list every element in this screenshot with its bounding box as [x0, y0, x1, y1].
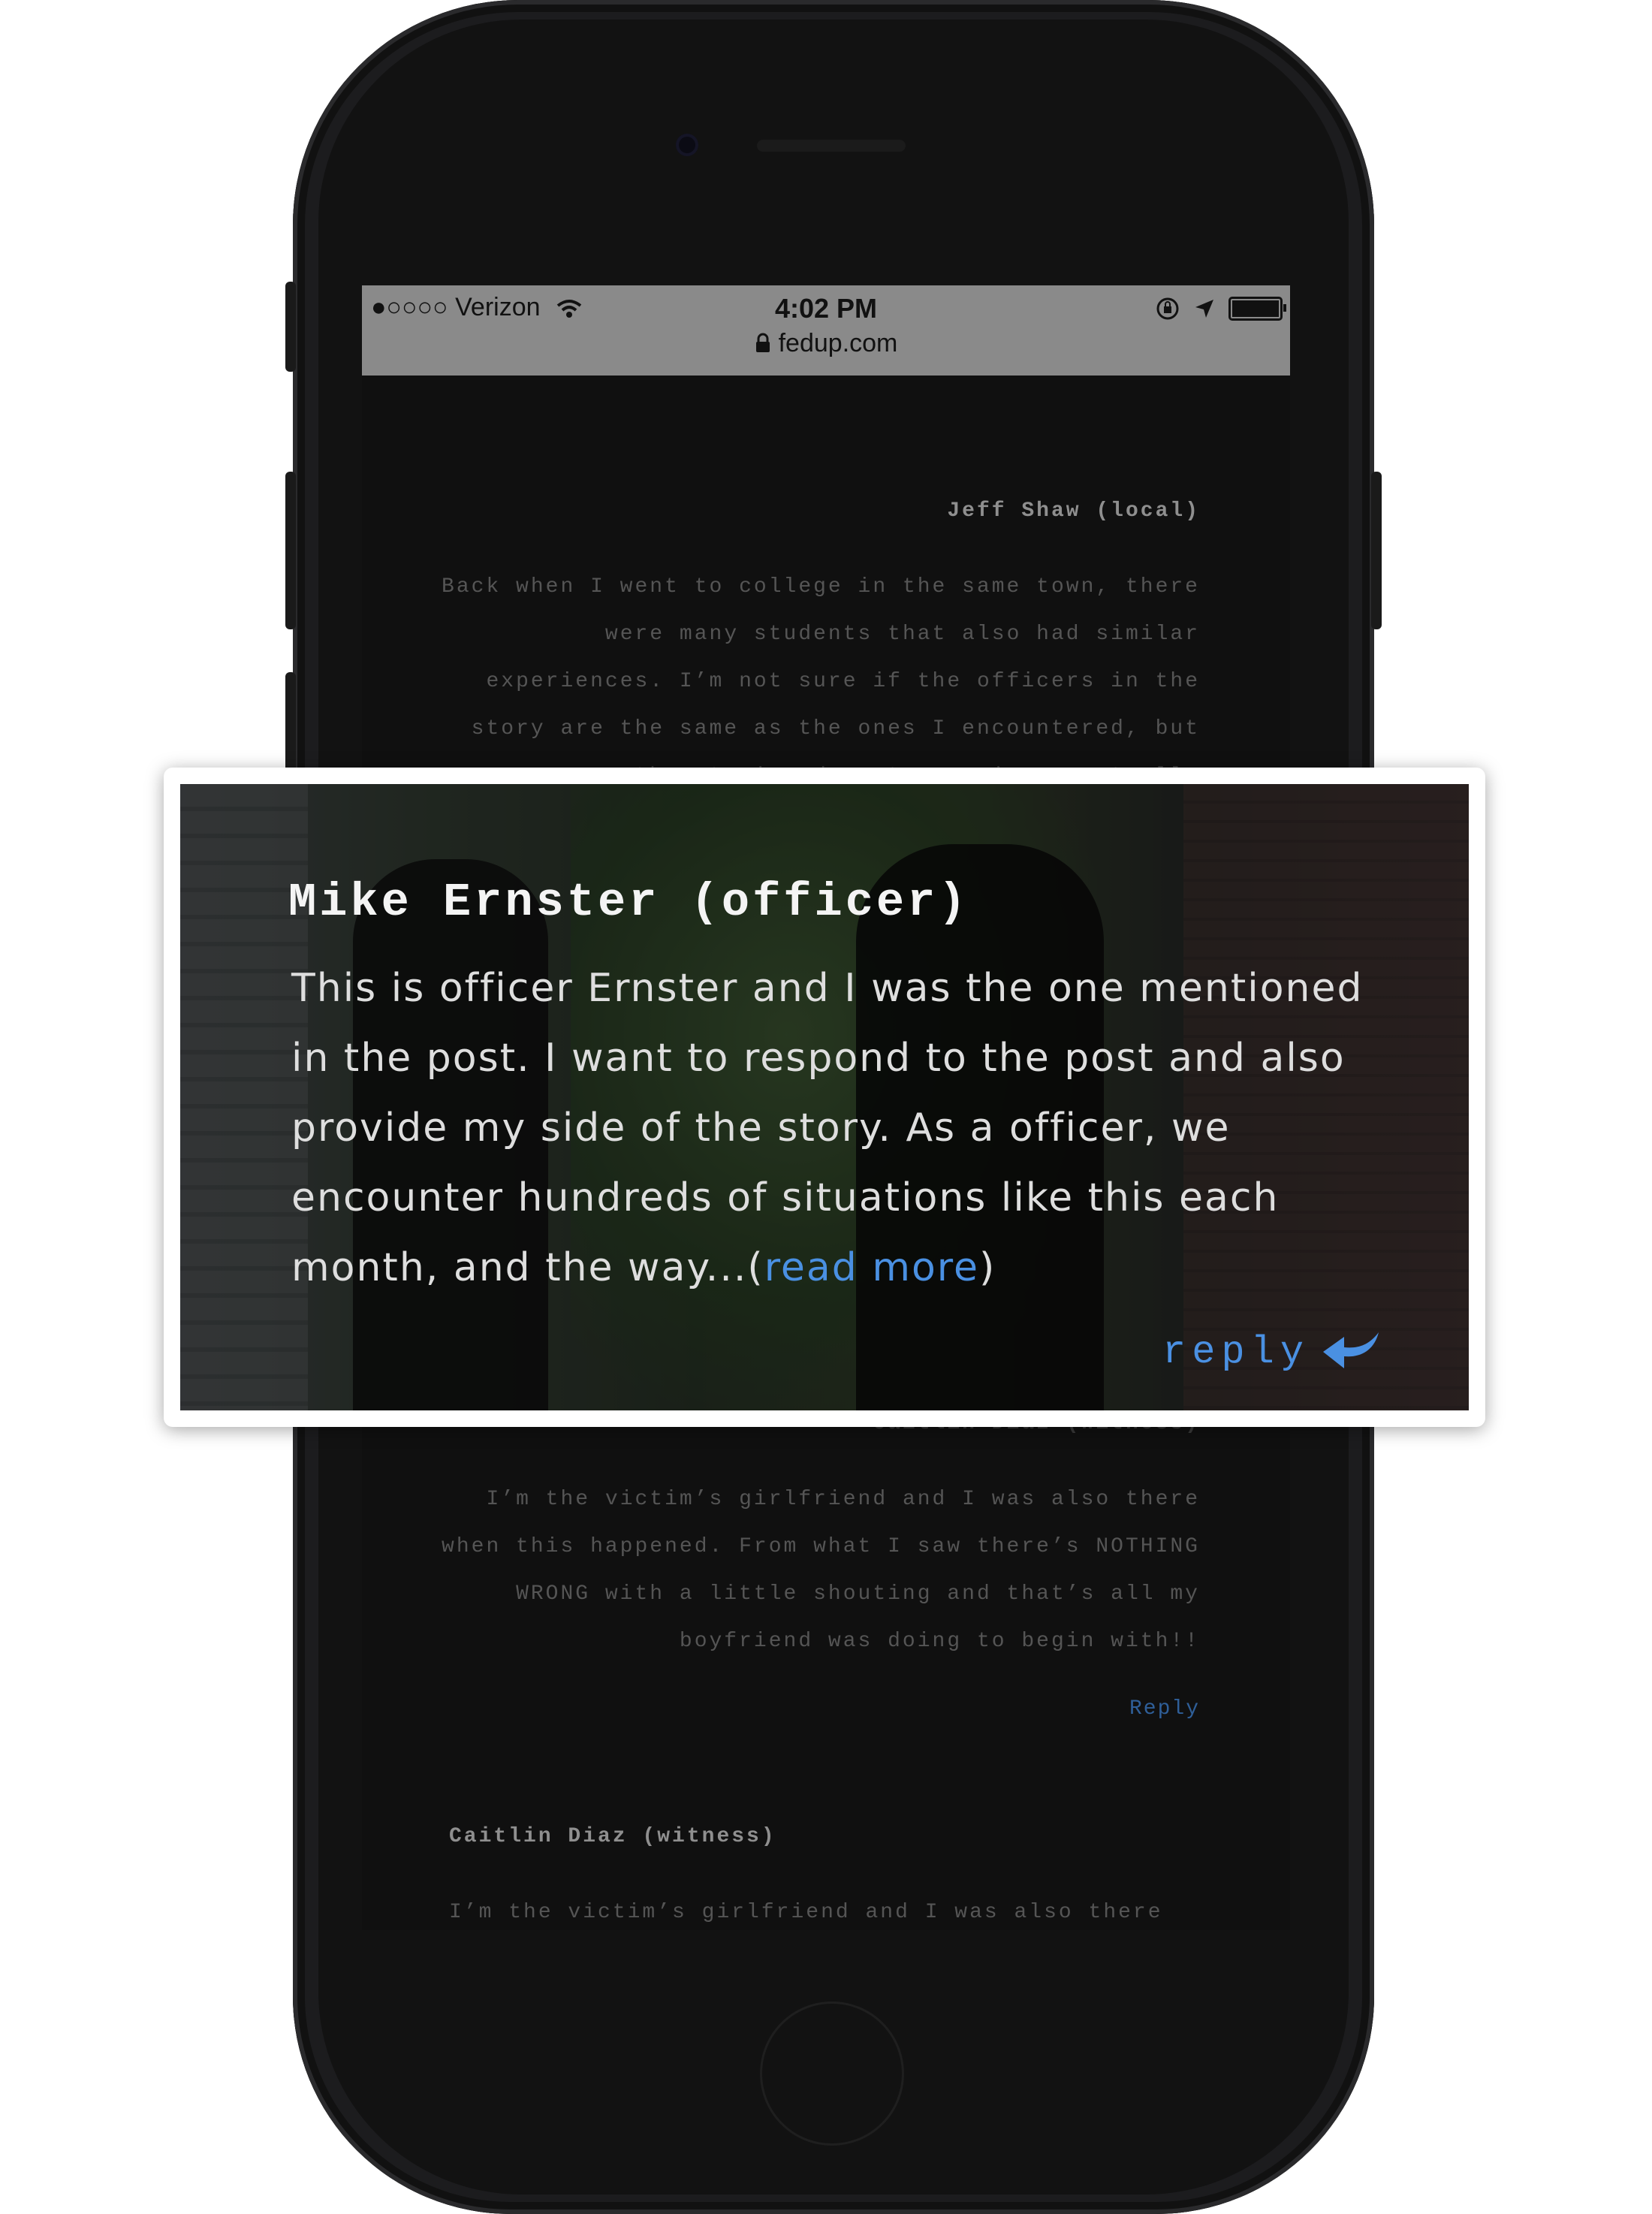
read-more-link[interactable]: read more — [764, 1245, 979, 1290]
featured-author: Mike Ernster (officer) — [288, 876, 969, 929]
reply-link-row: Reply — [437, 1697, 1200, 1721]
featured-line: This is officer Ernster and I was the on… — [291, 966, 1364, 1011]
featured-line: provide my side of the story. As a offic… — [291, 1105, 1231, 1151]
comment-body: I’m the victim’s girlfriend and I was al… — [437, 1476, 1200, 1665]
comment-jeff-shaw: Jeff Shaw (local) — [437, 499, 1200, 523]
status-icons — [1155, 296, 1286, 321]
reply-link[interactable]: Reply — [1129, 1697, 1200, 1721]
comment-line: I’m the victim’s girlfriend and I was al… — [449, 1901, 1163, 1924]
url-text: fedup.com — [778, 329, 898, 357]
comment-line: Back when I went to college in the same … — [442, 575, 1200, 599]
comment-author: Jeff Shaw (local) — [947, 499, 1200, 523]
comment-line: I’m the victim’s girlfriend and I was al… — [486, 1488, 1200, 1511]
camera-icon — [676, 134, 698, 156]
featured-comment-text: This is officer Ernster and I was the on… — [291, 954, 1388, 1303]
status-bar: ●○○○○ Verizon 4:02 PM fedup.com — [362, 285, 1290, 376]
clock: 4:02 PM — [774, 293, 878, 324]
featured-line-last: month, and the way...(read more) — [291, 1233, 1388, 1303]
home-button[interactable] — [760, 2001, 904, 2146]
comment-line: when this happened. From what I saw ther… — [442, 1535, 1200, 1558]
mute-switch — [285, 282, 296, 372]
power-button — [1371, 472, 1382, 629]
featured-line: in the post. I want to respond to the po… — [291, 1036, 1346, 1081]
reply-label: reply — [1162, 1329, 1310, 1374]
featured-reply-button[interactable]: reply — [1162, 1329, 1382, 1374]
rotation-lock-icon — [1156, 297, 1179, 320]
location-arrow-icon — [1195, 300, 1213, 318]
comment-caitlin-diaz-2: Caitlin Diaz (witness) — [449, 1825, 1207, 1848]
comment-line: story are the same as the ones I encount… — [471, 717, 1200, 741]
speaker-grille — [757, 140, 906, 152]
comment-line: WRONG with a little shouting and that’s … — [516, 1582, 1200, 1606]
comment-body: I’m the victim’s girlfriend and I was al… — [449, 1889, 1207, 1930]
comment-line: were many students that also had similar — [604, 623, 1200, 646]
comment-body: Back when I went to college in the same … — [437, 563, 1200, 800]
reply-arrow-icon — [1323, 1332, 1379, 1368]
address-bar[interactable]: fedup.com — [362, 329, 1290, 358]
comment-line: experiences. I’m not sure if the officer… — [486, 670, 1200, 693]
comment-line: boyfriend was doing to begin with!! — [679, 1630, 1200, 1653]
featured-line-text: month, and the way...( — [291, 1245, 764, 1290]
volume-up-button — [285, 472, 296, 629]
close-paren: ) — [979, 1245, 996, 1290]
lock-icon — [755, 333, 770, 352]
featured-line: encounter hundreds of situations like th… — [291, 1175, 1280, 1220]
battery-icon — [1228, 297, 1286, 321]
comment-author: Caitlin Diaz (witness) — [449, 1825, 776, 1848]
